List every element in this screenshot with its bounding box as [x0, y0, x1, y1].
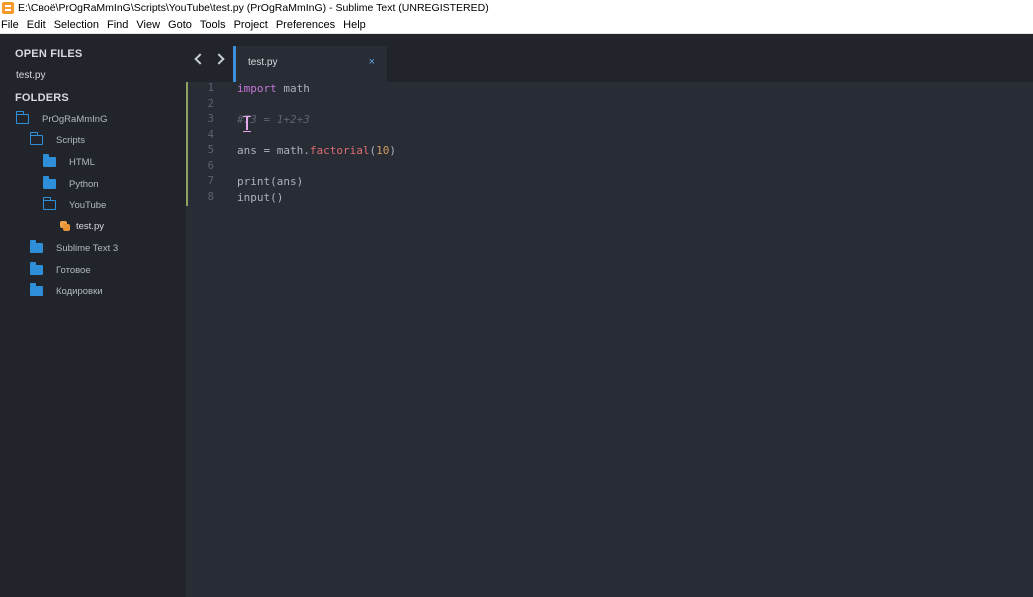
tree-item-test-py[interactable]: test.py [60, 219, 104, 233]
tree-item-youtube[interactable]: YouTube [42, 197, 107, 212]
tree-item-programming[interactable]: PrOgRaMmInG [15, 111, 108, 126]
line-number: 7 [207, 175, 214, 187]
folders-heading: FOLDERS [15, 92, 69, 104]
folder-icon [30, 240, 43, 253]
tree-item-python[interactable]: Python [43, 176, 99, 191]
tree-item-label: YouTube [69, 199, 107, 211]
line-number: 1 [207, 82, 214, 94]
line-number: 3 [207, 113, 214, 125]
menu-bar: File Edit Selection Find View Goto Tools… [0, 16, 1033, 34]
code-line-8[interactable]: input() [237, 191, 283, 204]
tree-item-label: Scripts [56, 134, 86, 146]
line-number: 6 [207, 159, 214, 172]
open-files-heading: OPEN FILES [15, 48, 83, 60]
sidebar: OPEN FILES test.py FOLDERS PrOgRaMmInG S… [0, 34, 186, 597]
folder-open-icon [42, 197, 56, 210]
line-number: 2 [207, 97, 214, 110]
folder-icon [43, 176, 56, 189]
folder-icon [43, 154, 56, 167]
tree-item-label: Python [69, 178, 99, 190]
tree-item-scripts[interactable]: Scripts [29, 132, 86, 147]
tree-item-label: HTML [69, 156, 95, 168]
menu-find[interactable]: Find [105, 19, 132, 31]
folder-icon [30, 283, 43, 296]
line-number: 8 [207, 190, 214, 203]
menu-view[interactable]: View [134, 19, 164, 31]
close-icon[interactable]: × [369, 57, 375, 68]
text-cursor-icon [243, 116, 251, 132]
tree-item-label: PrOgRaMmInG [42, 113, 108, 125]
number-token: 10 [376, 144, 390, 157]
line-number-gutter: 1 2 3 4 5 6 7 8 [186, 82, 234, 207]
menu-selection[interactable]: Selection [52, 19, 103, 31]
function-token: factorial [309, 144, 370, 157]
line-number: 4 [207, 128, 214, 141]
code-token: ) [389, 144, 396, 157]
tree-item-label: test.py [76, 220, 104, 232]
open-file-item[interactable]: test.py [16, 70, 45, 81]
sublime-app-icon [2, 2, 14, 14]
menu-goto[interactable]: Goto [166, 19, 196, 31]
tree-item-label: Sublime Text 3 [56, 242, 119, 254]
chevron-right-icon[interactable] [214, 52, 228, 66]
code-line-7[interactable]: print(ans) [237, 175, 303, 188]
code-token: math [276, 82, 310, 95]
folder-open-icon [15, 111, 29, 124]
menu-tools[interactable]: Tools [198, 19, 230, 31]
tab-test-py[interactable]: test.py × [233, 46, 387, 82]
folder-open-icon [29, 132, 43, 145]
tree-item-kodirovki[interactable]: Кодировки [30, 283, 103, 298]
menu-help[interactable]: Help [341, 19, 370, 31]
tree-item-html[interactable]: HTML [43, 154, 95, 169]
editor-area: test.py × 1 2 3 4 5 6 7 8 import math #7… [186, 34, 1033, 597]
title-bar: E:\Своё\PrOgRaMmInG\Scripts\YouTube\test… [0, 0, 1033, 16]
line-number: 5 [207, 144, 214, 156]
menu-edit[interactable]: Edit [25, 19, 50, 31]
window-title: E:\Своё\PrOgRaMmInG\Scripts\YouTube\test… [18, 2, 489, 14]
keyword-token: import [237, 82, 277, 95]
tree-item-gotovoe[interactable]: Готовое [30, 262, 91, 277]
menu-project[interactable]: Project [232, 19, 272, 31]
code-line-5[interactable]: ans = math.factorial(10) [237, 144, 396, 157]
tree-item-label: Готовое [56, 264, 91, 276]
code-line-1[interactable]: import math [237, 82, 310, 95]
tab-label: test.py [248, 57, 278, 68]
tree-item-label: Кодировки [56, 285, 103, 297]
folder-icon [30, 262, 43, 275]
tab-bar: test.py × [186, 34, 1033, 82]
menu-file[interactable]: File [0, 19, 23, 31]
menu-preferences[interactable]: Preferences [274, 19, 339, 31]
chevron-left-icon[interactable] [191, 52, 205, 66]
tree-item-sublime-text-3[interactable]: Sublime Text 3 [30, 240, 119, 255]
code-token: ans = math. [237, 144, 310, 157]
python-file-icon [60, 221, 70, 231]
